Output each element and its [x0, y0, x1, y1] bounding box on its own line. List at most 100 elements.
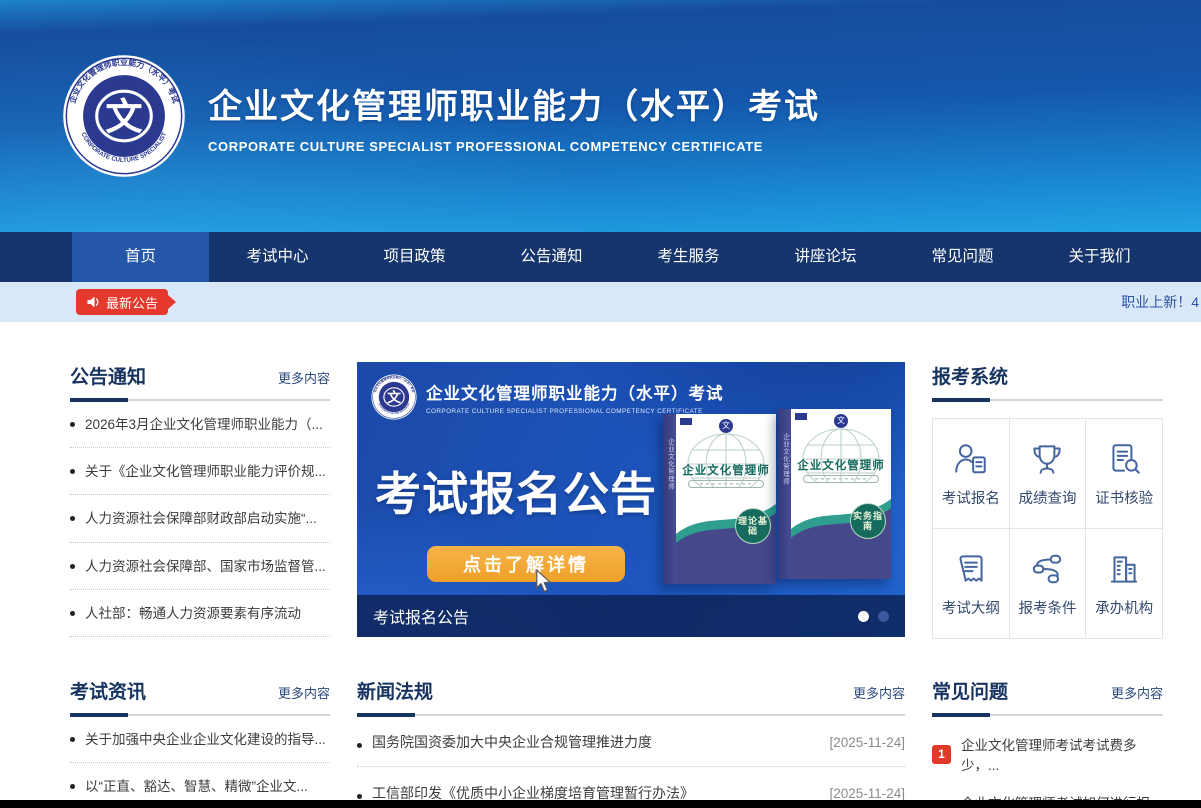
notice-list-item[interactable]: 人力资源社会保障部、国家市场监督管...	[70, 543, 330, 590]
exam-news-section: 考试资讯 更多内容 关于加强中央企业企业文化建设的指导... 以“正直、豁达、智…	[70, 677, 330, 808]
notice-list-item[interactable]: 人力资源社会保障部财政部启动实施“...	[70, 495, 330, 542]
site-logo-icon: 企业文化管理师职业能力（水平）考试 CORPORATE CULTURE SPEC…	[62, 54, 186, 178]
section-rule	[932, 399, 1163, 401]
notices-more-link[interactable]: 更多内容	[278, 368, 330, 387]
banner-logo-icon: 企业文化管理师职业能力（水平）考试 CORPORATE CULTURE SPEC…	[371, 374, 417, 420]
tile-apply-conditions[interactable]: 报考条件	[1010, 529, 1087, 639]
notice-list-item[interactable]: 关于《企业文化管理师职业能力评价规...	[70, 448, 330, 495]
textbook-covers: 企业文化管理师 文 企业文化管理师	[663, 414, 891, 584]
exam-news-text: 关于加强中央企业企业文化建设的指导...	[85, 731, 326, 749]
bullet-icon	[357, 794, 362, 799]
notices-title: 公告通知	[70, 362, 146, 389]
section-rule	[70, 714, 330, 716]
book-title: 企业文化管理师	[791, 457, 891, 473]
section-rule	[357, 714, 905, 716]
main-nav: 首页 考试中心 项目政策 公告通知 考生服务 讲座论坛 常见问题 关于我们	[0, 232, 1201, 282]
bullet-icon	[70, 737, 75, 742]
carousel-banner[interactable]: 企业文化管理师职业能力（水平）考试 CORPORATE CULTURE SPEC…	[357, 362, 905, 637]
tile-label: 考试报名	[942, 487, 1000, 508]
ticker-marquee-text[interactable]: 职业上新！4	[1121, 292, 1199, 312]
bullet-icon	[70, 422, 75, 427]
tile-score-query[interactable]: 成绩查询	[1010, 419, 1087, 529]
faq-item[interactable]: 1 企业文化管理师考试考试费多少，...	[932, 734, 1163, 774]
banner-logo-title: 企业文化管理师职业能力（水平）考试	[426, 380, 724, 404]
nav-item-candidate-services[interactable]: 考生服务	[620, 232, 757, 282]
textbook-practice: 企业文化管理师 文 企业文化管理师	[778, 409, 891, 579]
site-title: 企业文化管理师职业能力（水平）考试	[208, 79, 820, 128]
notice-text: 关于《企业文化管理师职业能力评价规...	[85, 463, 326, 481]
carousel-dot-active[interactable]	[858, 611, 869, 622]
exam-news-item[interactable]: 关于加强中央企业企业文化建设的指导...	[70, 716, 330, 763]
tile-certificate-verify[interactable]: 证书核验	[1086, 419, 1163, 529]
bullet-icon	[70, 564, 75, 569]
site-subtitle: CORPORATE CULTURE SPECIALIST PROFESSIONA…	[208, 139, 820, 154]
notice-text: 人社部：畅通人力资源要素有序流动	[85, 605, 301, 623]
faq-section: 常见问题 更多内容 1 企业文化管理师考试考试费多少，... 2 企业文化管理师…	[932, 677, 1163, 808]
news-laws-title: 新闻法规	[357, 677, 433, 704]
exam-news-more-link[interactable]: 更多内容	[278, 683, 330, 702]
nav-item-home[interactable]: 首页	[72, 232, 209, 282]
bullet-icon	[70, 516, 75, 521]
notice-list-item[interactable]: 2026年3月企业文化管理师职业能力（...	[70, 401, 330, 448]
bullet-icon	[70, 611, 75, 616]
nav-item-about-us[interactable]: 关于我们	[1031, 232, 1168, 282]
news-laws-section: 新闻法规 更多内容 国务院国资委加大中央企业合规管理推进力度 [2025-11-…	[357, 677, 905, 808]
news-laws-item[interactable]: 国务院国资委加大中央企业合规管理推进力度 [2025-11-24]	[357, 716, 905, 767]
person-card-icon	[952, 440, 990, 478]
carousel-caption: 考试报名公告	[373, 604, 858, 628]
nav-item-lecture-forum[interactable]: 讲座论坛	[757, 232, 894, 282]
nav-item-announcements[interactable]: 公告通知	[483, 232, 620, 282]
news-laws-date: [2025-11-24]	[829, 786, 905, 801]
news-laws-more-link[interactable]: 更多内容	[853, 683, 905, 702]
notice-text: 人力资源社会保障部、国家市场监督管...	[85, 558, 326, 576]
hero-banner: 企业文化管理师职业能力（水平）考试 CORPORATE CULTURE SPEC…	[0, 0, 1201, 232]
tile-exam-outline[interactable]: 考试大纲	[933, 529, 1010, 639]
book-subtitle-pill	[688, 480, 764, 488]
apply-system-title: 报考系统	[932, 362, 1008, 389]
tile-label: 成绩查询	[1018, 487, 1076, 508]
nav-item-faq[interactable]: 常见问题	[894, 232, 1031, 282]
carousel-dot[interactable]	[878, 611, 889, 622]
trophy-icon	[1028, 440, 1066, 478]
notices-section: 公告通知 更多内容 2026年3月企业文化管理师职业能力（... 关于《企业文化…	[70, 362, 330, 639]
bullet-icon	[70, 784, 75, 789]
book-badge: 理论基础	[735, 508, 771, 544]
notice-list-item[interactable]: 人社部：畅通人力资源要素有序流动	[70, 590, 330, 637]
book-corner-tag	[795, 413, 807, 420]
main-content: 公告通知 更多内容 2026年3月企业文化管理师职业能力（... 关于《企业文化…	[0, 322, 1201, 808]
tile-organizers[interactable]: 承办机构	[1086, 529, 1163, 639]
faq-more-link[interactable]: 更多内容	[1111, 683, 1163, 702]
textbook-theory: 企业文化管理师 文 企业文化管理师	[663, 414, 776, 584]
carousel-dots	[858, 611, 889, 622]
book-spine-text: 企业文化管理师	[665, 414, 675, 584]
faq-title: 常见问题	[932, 677, 1008, 704]
banner-headline: 考试报名公告	[375, 458, 657, 524]
bottom-black-strip	[0, 800, 1201, 808]
exam-news-text: 以“正直、豁达、智慧、精微”企业文...	[85, 778, 308, 796]
doc-search-icon	[1105, 440, 1143, 478]
section-rule	[70, 399, 330, 401]
exam-news-title: 考试资讯	[70, 677, 146, 704]
book-spine-text: 企业文化管理师	[780, 409, 790, 579]
mouse-cursor-icon	[533, 569, 555, 593]
banner-logo-glyph: 文	[387, 389, 401, 405]
page: 企业文化管理师职业能力（水平）考试 CORPORATE CULTURE SPEC…	[0, 0, 1201, 808]
building-icon	[1105, 550, 1143, 588]
flow-icon	[1028, 550, 1066, 588]
nav-item-policies[interactable]: 项目政策	[346, 232, 483, 282]
tile-label: 报考条件	[1018, 597, 1076, 618]
notice-text: 人力资源社会保障部财政部启动实施“...	[85, 510, 317, 528]
tile-exam-registration[interactable]: 考试报名	[933, 419, 1010, 529]
speaker-icon	[86, 295, 100, 309]
logo-glyph: 文	[105, 96, 143, 138]
latest-announcement-badge[interactable]: 最新公告	[76, 289, 168, 315]
latest-announcement-label: 最新公告	[106, 293, 158, 312]
book-subtitle-pill	[803, 475, 879, 483]
bullet-icon	[357, 743, 362, 748]
scroll-icon	[952, 550, 990, 588]
bullet-icon	[70, 469, 75, 474]
nav-item-exam-center[interactable]: 考试中心	[209, 232, 346, 282]
tile-label: 承办机构	[1095, 597, 1153, 618]
news-ticker-bar: 最新公告 职业上新！4	[0, 282, 1201, 322]
banner-detail-button[interactable]: 点击了解详情	[427, 546, 625, 582]
